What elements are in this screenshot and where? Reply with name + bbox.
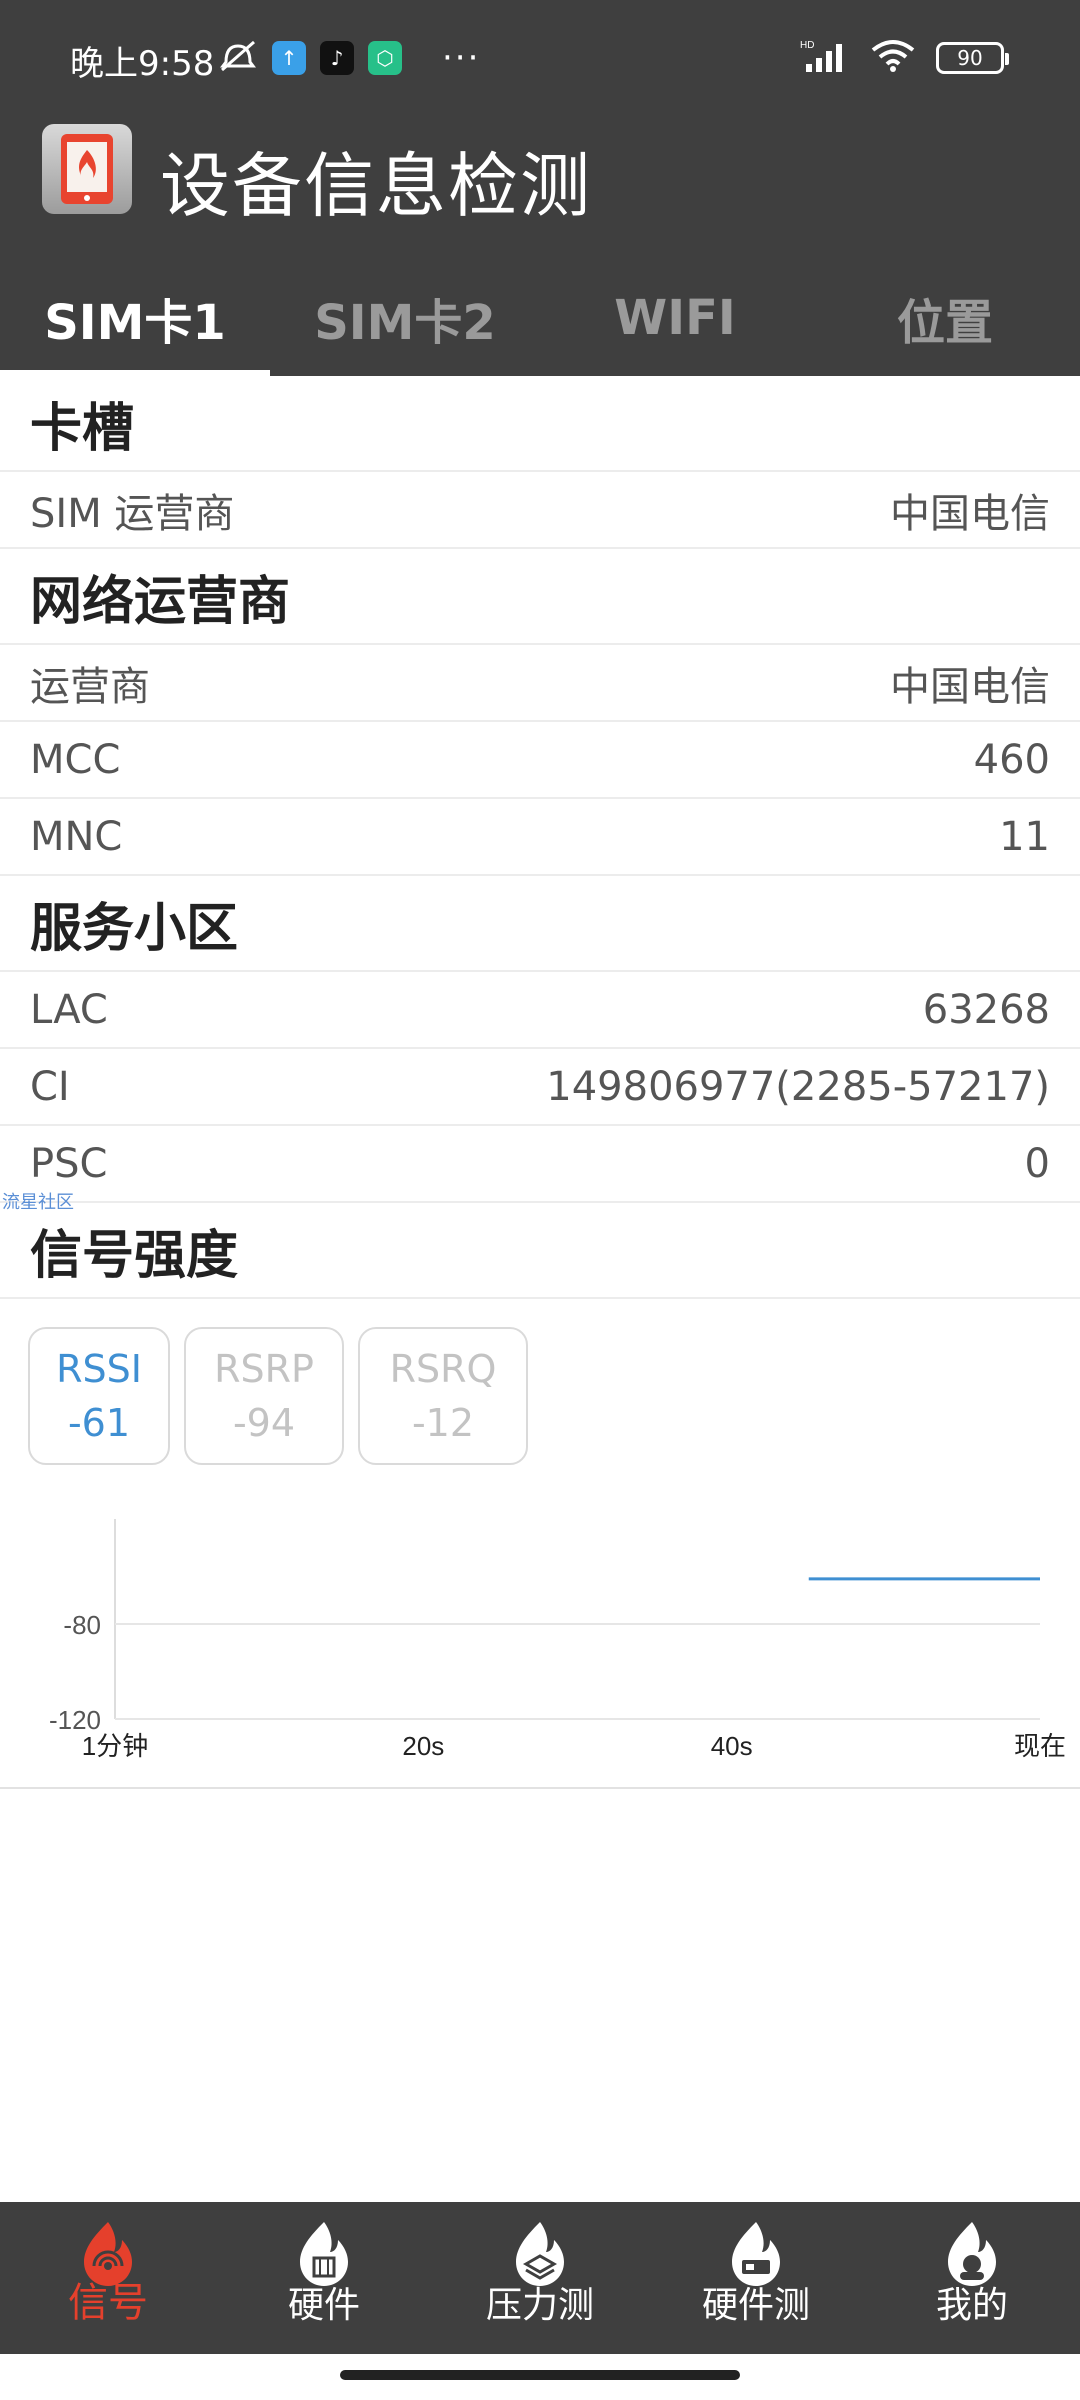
content-list: 卡槽 SIM 运营商 中国电信 网络运营商 运营商 中国电信 MCC 460 M… bbox=[0, 376, 1080, 1789]
row-label: CI bbox=[30, 1063, 70, 1110]
nav-label: 硬件测 bbox=[701, 2285, 810, 2326]
info-row: SIM 运营商 中国电信 bbox=[0, 472, 1080, 549]
cellular-signal-icon: HD bbox=[800, 38, 850, 78]
status-system-icons: HD 90 bbox=[800, 38, 1009, 78]
tab-wifi[interactable]: WIFI bbox=[540, 260, 810, 376]
nav-item-signal[interactable]: 信号 bbox=[0, 2202, 216, 2354]
row-value: 中国电信 bbox=[890, 490, 1050, 537]
row-label: SIM 运营商 bbox=[30, 490, 235, 537]
info-row: 运营商 中国电信 bbox=[0, 645, 1080, 722]
status-bar: 晚上9:58 ↑ ♪ ⬡ ··· HD 90 bbox=[0, 0, 1080, 110]
row-value: 中国电信 bbox=[890, 663, 1050, 710]
row-value: 63268 bbox=[922, 986, 1050, 1033]
nav-label: 我的 bbox=[935, 2285, 1008, 2326]
security-app-icon: ⬡ bbox=[368, 41, 402, 75]
nav-item-profile[interactable]: 我的 bbox=[864, 2202, 1080, 2354]
info-row: CI 149806977(2285-57217) bbox=[0, 1049, 1080, 1126]
more-notifications-icon: ··· bbox=[442, 38, 481, 78]
tab-sim1[interactable]: SIM卡1 bbox=[0, 260, 270, 376]
signal-chart: -80 -120 1分钟 20s 40s 现在 bbox=[0, 1469, 1080, 1789]
signal-card-value: -61 bbox=[67, 1401, 131, 1445]
chart-x-tick-label: 1分钟 bbox=[82, 1731, 148, 1761]
signal-card-rssi[interactable]: RSSI -61 bbox=[28, 1327, 170, 1465]
row-value: 149806977(2285-57217) bbox=[546, 1063, 1050, 1110]
nav-item-hardware[interactable]: 硬件 bbox=[216, 2202, 432, 2354]
signal-card-name: RSSI bbox=[56, 1347, 142, 1391]
row-label: LAC bbox=[30, 986, 108, 1033]
signal-card-name: RSRP bbox=[214, 1347, 314, 1391]
info-row: MCC 460 bbox=[0, 722, 1080, 799]
tab-location[interactable]: 位置 bbox=[810, 260, 1080, 376]
row-label: MNC bbox=[30, 813, 123, 860]
info-row: MNC 11 bbox=[0, 799, 1080, 876]
chart-x-tick-label: 现在 bbox=[1014, 1731, 1066, 1761]
mute-alarm-icon bbox=[218, 38, 258, 78]
row-label: 运营商 bbox=[30, 663, 150, 710]
network-type-label: HD bbox=[800, 40, 814, 51]
signal-metric-selector: RSSI -61 RSRP -94 RSRQ -12 bbox=[0, 1299, 1080, 1469]
app-title: 设备信息检测 bbox=[160, 145, 592, 227]
chart-x-tick-label: 40s bbox=[711, 1731, 753, 1761]
signal-chart-svg: -80-1201分钟 20s 40s 现在 bbox=[49, 1519, 1066, 1761]
tab-sim2[interactable]: SIM卡2 bbox=[270, 260, 540, 376]
signal-card-rsrp[interactable]: RSRP -94 bbox=[184, 1327, 344, 1465]
tab-bar: SIM卡1 SIM卡2 WIFI 位置 bbox=[0, 260, 1080, 376]
battery-icon: 90 bbox=[936, 42, 1009, 74]
nav-label: 信号 bbox=[68, 2280, 148, 2326]
bottom-nav: 信号 硬件 压力测 硬件测 我的 bbox=[0, 2202, 1080, 2354]
row-label: MCC bbox=[30, 736, 121, 783]
upload-app-icon: ↑ bbox=[272, 41, 306, 75]
chart-x-tick-label: 20s bbox=[402, 1731, 444, 1761]
app-logo-icon bbox=[42, 124, 132, 214]
nav-item-hardware-test[interactable]: 硬件测 bbox=[648, 2202, 864, 2354]
status-time: 晚上9:58 bbox=[70, 44, 215, 84]
row-value: 11 bbox=[999, 813, 1050, 860]
watermark: 流星社区 bbox=[2, 1192, 74, 1213]
tiktok-app-icon: ♪ bbox=[320, 41, 354, 75]
chart-y-tick-label: -80 bbox=[63, 1610, 101, 1640]
nav-item-stress-test[interactable]: 压力测 bbox=[432, 2202, 648, 2354]
section-title-slot: 卡槽 bbox=[0, 376, 1080, 472]
battery-level: 90 bbox=[957, 46, 983, 70]
top-bar: 晚上9:58 ↑ ♪ ⬡ ··· HD 90 设备信息检测 SIM卡1 SIM卡… bbox=[0, 0, 1080, 376]
section-title-signal-strength: 信号强度 bbox=[0, 1203, 1080, 1299]
wifi-icon bbox=[870, 38, 916, 78]
section-title-serving-cell: 服务小区 bbox=[0, 876, 1080, 972]
signal-card-value: -12 bbox=[411, 1401, 475, 1445]
signal-card-rsrq[interactable]: RSRQ -12 bbox=[358, 1327, 528, 1465]
row-label: PSC bbox=[30, 1140, 108, 1187]
nav-label: 压力测 bbox=[485, 2285, 594, 2326]
section-title-network-operator: 网络运营商 bbox=[0, 549, 1080, 645]
info-row: PSC 0 bbox=[0, 1126, 1080, 1203]
row-value: 460 bbox=[973, 736, 1050, 783]
status-notification-icons: ↑ ♪ ⬡ ··· bbox=[218, 38, 480, 78]
home-indicator[interactable] bbox=[340, 2370, 740, 2380]
info-row: LAC 63268 bbox=[0, 972, 1080, 1049]
app-bar: 设备信息检测 bbox=[0, 110, 1080, 260]
nav-label: 硬件 bbox=[287, 2285, 360, 2326]
signal-card-value: -94 bbox=[232, 1401, 296, 1445]
signal-card-name: RSRQ bbox=[389, 1347, 497, 1391]
row-value: 0 bbox=[1024, 1140, 1050, 1187]
